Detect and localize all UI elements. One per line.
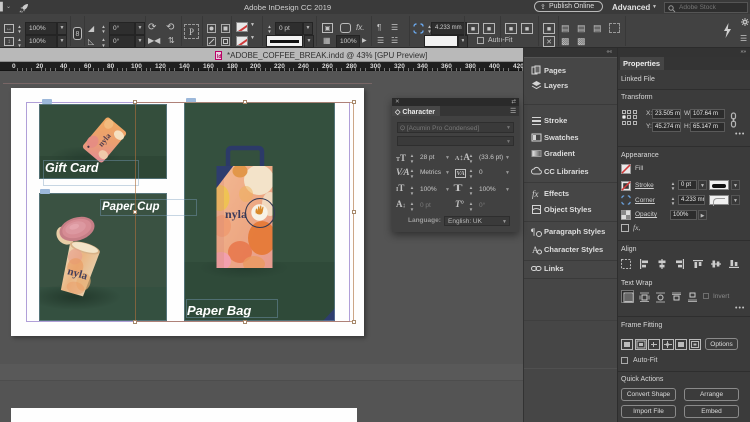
svg-text:¶: ¶ bbox=[531, 227, 535, 237]
svg-text:fx: fx bbox=[532, 189, 539, 199]
